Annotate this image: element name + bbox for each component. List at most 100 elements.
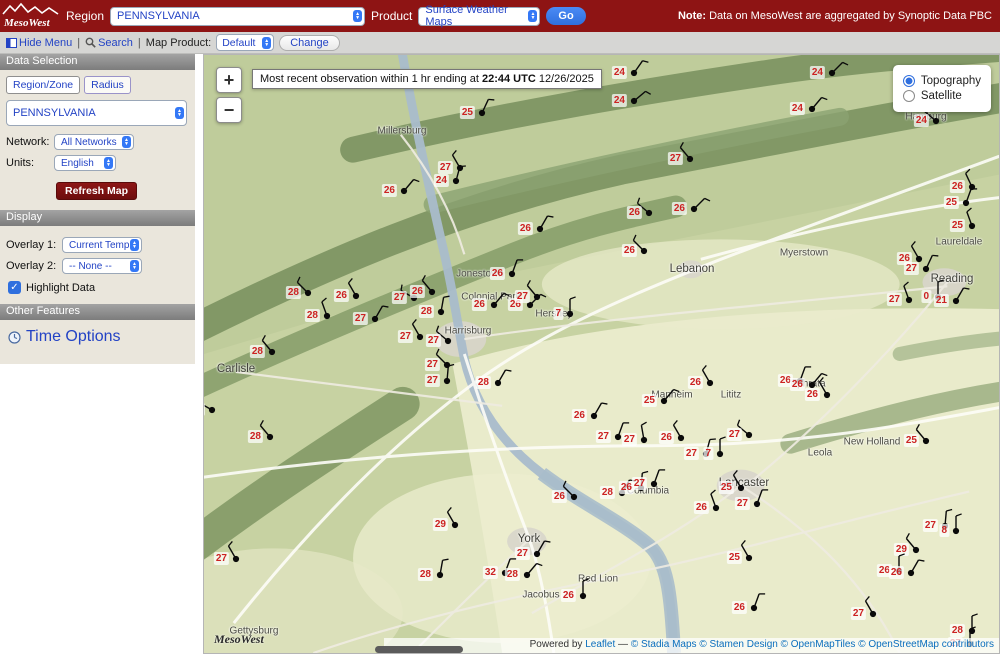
station-temp-label: 26 — [790, 378, 805, 391]
layer-option-topography[interactable]: Topography — [903, 75, 981, 87]
openmaptiles-link[interactable]: © OpenMapTiles — [781, 639, 856, 650]
station-temp-label: 26 — [382, 184, 397, 197]
product-select-value: Surface Weather Maps — [425, 4, 528, 28]
station-temp-label: 26 — [622, 244, 637, 257]
station-temp-label: 28 — [203, 403, 205, 416]
info-time: 22:44 UTC — [482, 73, 536, 85]
region-select[interactable]: PENNSYLVANIA ▲▼ — [110, 7, 365, 26]
chevron-updown-icon: ▲▼ — [262, 37, 271, 49]
station-temp-label: 24 — [914, 114, 929, 127]
layer-option-satellite[interactable]: Satellite — [903, 90, 981, 102]
station-temp-label: 27 — [887, 293, 902, 306]
station-temp-label: 27 — [515, 290, 530, 303]
tab-radius[interactable]: Radius — [84, 76, 131, 94]
station-temp-label: 28 — [418, 568, 433, 581]
mesowest-logo-text: MesoWest — [3, 17, 51, 29]
map-canvas[interactable]: MillersburgHamburgJonestownLebanonMyerst… — [203, 54, 1000, 654]
hide-menu-link[interactable]: Hide Menu — [6, 37, 72, 49]
osm-link[interactable]: © OpenStreetMap contributors — [858, 639, 994, 650]
station-temp-label: 26 — [572, 409, 587, 422]
station-temp-label: 24 — [434, 174, 449, 187]
region-select-value: PENNSYLVANIA — [117, 10, 200, 22]
refresh-map-button[interactable]: Refresh Map — [56, 182, 137, 200]
station-temp-label: 27 — [735, 497, 750, 510]
clock-icon — [8, 331, 21, 344]
go-button[interactable]: Go — [546, 7, 585, 25]
station-temp-label: 26 — [552, 490, 567, 503]
station-temp-label: 27 — [596, 430, 611, 443]
overlay1-label: Overlay 1: — [6, 239, 62, 251]
stadia-link[interactable]: © Stadia Maps — [631, 639, 697, 650]
station-temp-label: 7 — [553, 307, 563, 320]
map-product-select[interactable]: Default ▲▼ — [216, 34, 274, 51]
satellite-radio[interactable] — [903, 90, 915, 102]
station-temp-label: 26 — [694, 501, 709, 514]
station-temp-label: 25 — [904, 434, 919, 447]
time-options-link[interactable]: Time Options — [26, 328, 121, 346]
zoom-in-button[interactable]: + — [216, 67, 242, 93]
map-attribution: Powered by Leaflet — © Stadia Maps © Sta… — [384, 638, 999, 653]
search-link[interactable]: Search — [85, 37, 133, 49]
info-date: 12/26/2025 — [536, 73, 594, 85]
hide-menu-icon — [6, 38, 17, 48]
station-temp-label: 24 — [612, 94, 627, 107]
search-icon — [85, 37, 96, 48]
station-temp-label: 25 — [727, 551, 742, 564]
station-temp-label: 26 — [805, 388, 820, 401]
chevron-updown-icon: ▲▼ — [122, 136, 131, 148]
search-label: Search — [98, 37, 133, 49]
chevron-updown-icon: ▲▼ — [353, 10, 362, 22]
highlight-checkbox[interactable]: ✓ — [8, 281, 21, 294]
chevron-updown-icon: ▲▼ — [528, 10, 537, 22]
leaflet-link[interactable]: Leaflet — [585, 639, 615, 650]
horizontal-scrollbar-thumb[interactable] — [375, 646, 463, 653]
divider: | — [138, 37, 141, 49]
station-temp-label: 26 — [672, 202, 687, 215]
station-temp-label: 27 — [425, 374, 440, 387]
tab-region-zone[interactable]: Region/Zone — [6, 76, 80, 94]
stamen-link[interactable]: © Stamen Design — [699, 639, 778, 650]
change-button[interactable]: Change — [279, 35, 340, 51]
mesowest-logo[interactable]: MesoWest — [2, 2, 60, 30]
units-select[interactable]: English ▲▼ — [54, 155, 116, 171]
topography-radio[interactable] — [903, 75, 915, 87]
units-label: Units: — [6, 157, 54, 169]
top-header: MesoWest Region PENNSYLVANIA ▲▼ Product … — [0, 0, 1000, 32]
divider: | — [77, 37, 80, 49]
station-temp-label: 24 — [790, 102, 805, 115]
station-temp-label: 21 — [934, 294, 949, 307]
highlight-label: Highlight Data — [26, 282, 95, 294]
note-bold: Note: — [678, 10, 706, 22]
station-temp-label: 24 — [810, 66, 825, 79]
layer-control: Topography Satellite — [893, 65, 991, 112]
network-select[interactable]: All Networks ▲▼ — [54, 134, 134, 150]
station-temp-label: 27 — [353, 312, 368, 325]
units-select-value: English — [61, 158, 94, 169]
chevron-updown-icon: ▲▼ — [130, 239, 139, 251]
attr-dash: — — [615, 639, 631, 650]
other-features-header: Other Features — [0, 304, 195, 320]
network-select-value: All Networks — [61, 137, 117, 148]
zoom-control: + − — [216, 67, 242, 123]
product-select[interactable]: Surface Weather Maps ▲▼ — [418, 7, 540, 26]
station-temp-label: 7 — [703, 447, 713, 460]
map-product-label: Map Product: — [146, 37, 211, 49]
zoom-out-button[interactable]: − — [216, 97, 242, 123]
station-temp-label: 25 — [950, 219, 965, 232]
chevron-updown-icon: ▲▼ — [104, 157, 113, 169]
station-temp-label: 26 — [659, 431, 674, 444]
station-temp-label: 24 — [612, 66, 627, 79]
station-temp-label: 32 — [483, 566, 498, 579]
state-select-value: PENNSYLVANIA — [13, 107, 96, 119]
station-temp-label: 26 — [490, 267, 505, 280]
overlay2-select[interactable]: -- None -- ▲▼ — [62, 258, 142, 274]
overlay1-select[interactable]: Current Temp ▲▼ — [62, 237, 142, 253]
station-temp-label: 27 — [622, 433, 637, 446]
station-temp-label: 26 — [627, 206, 642, 219]
station-temp-label: 0 — [921, 290, 931, 303]
state-select[interactable]: PENNSYLVANIA ▲▼ — [6, 100, 187, 126]
chevron-updown-icon: ▲▼ — [175, 107, 184, 119]
station-temp-label: 28 — [286, 286, 301, 299]
topography-label: Topography — [921, 75, 981, 87]
station-temp-label: 28 — [250, 345, 265, 358]
